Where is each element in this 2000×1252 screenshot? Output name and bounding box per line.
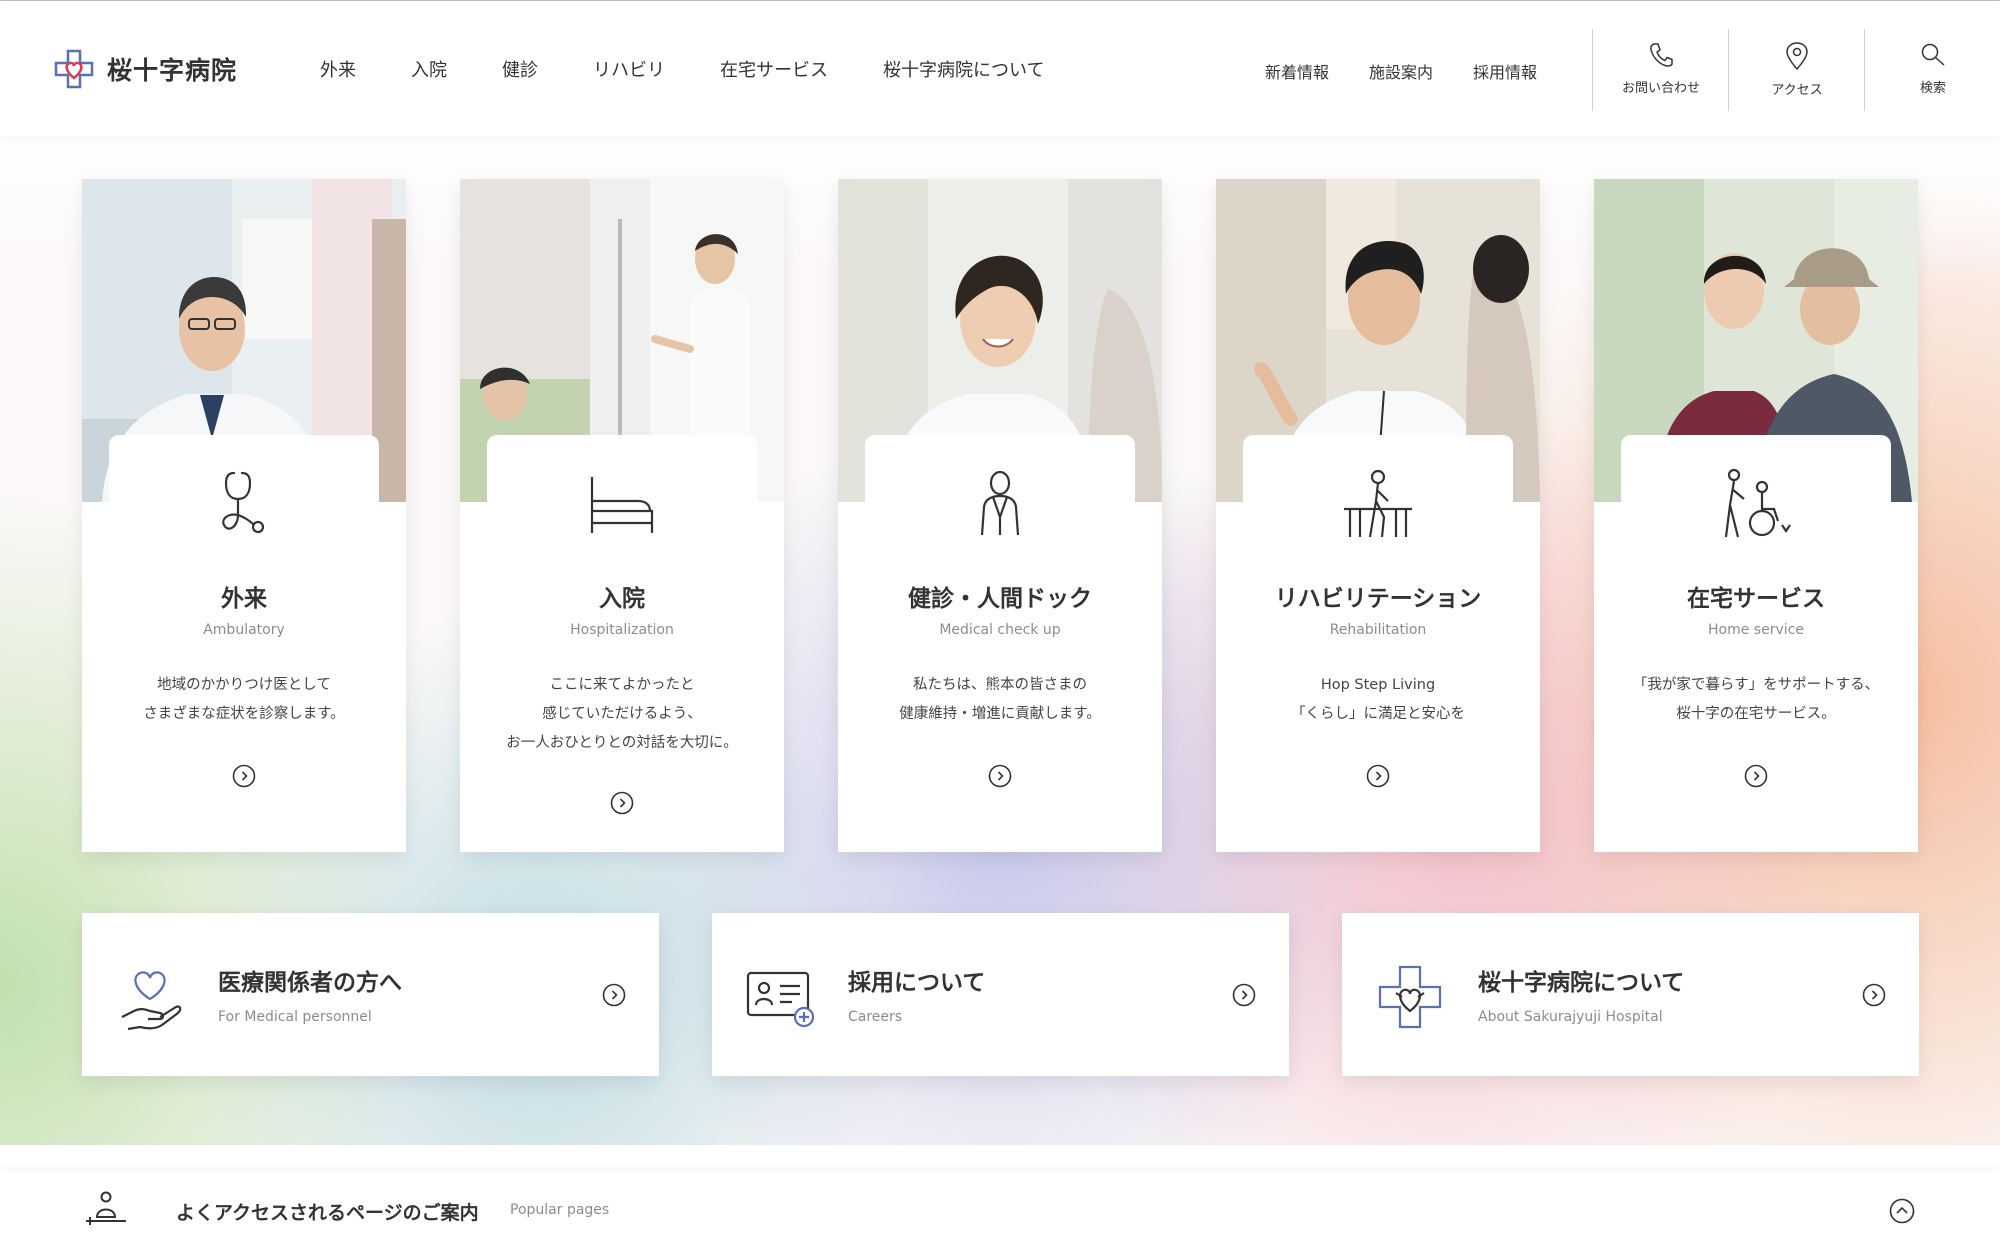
nav-outpatient[interactable]: 外来 [320,56,356,82]
rehab-icon [1344,469,1412,538]
doctor-person-icon [980,470,1020,536]
service-card-home-service[interactable]: 在宅サービス Home service 「我が家で暮らす」をサポートする、 桜十… [1594,179,1918,852]
circle-arrow-icon[interactable] [602,983,626,1007]
popular-pages-title: よくアクセスされるページのご案内 [176,1202,479,1224]
circle-arrow-icon[interactable] [1366,764,1390,788]
nav-home-service[interactable]: 在宅サービス [720,56,828,82]
link-title: 桜十字病院について [1478,970,1685,996]
heart-hand-icon [121,971,182,1031]
nav-checkup[interactable]: 健診 [502,56,538,82]
card-description: ここに来てよかったと 感じていただけるよう、 お一人おひとりとの対話を大切に。 [506,677,738,751]
card-title: 健診・人間ドック [908,586,1092,612]
logo-text: 桜十字病院 [107,56,238,85]
card-title: 入院 [599,586,645,612]
sub-nav: 新着情報 施設案内 採用情報 [1265,59,1577,83]
link-title: 採用について [848,970,986,996]
circle-arrow-icon[interactable] [610,791,634,815]
popular-pages-subtitle: Popular pages [510,1202,610,1218]
card-subtitle: Hospitalization [570,622,674,638]
card-subtitle: Ambulatory [203,622,285,638]
subnav-facilities[interactable]: 施設案内 [1369,59,1433,83]
card-subtitle: Home service [1708,622,1804,638]
site-header: 桜十字病院 外来 入院 健診 リハビリ 在宅サービス 桜十字病院について 新着情… [0,1,2000,136]
nav-rehab[interactable]: リハビリ [593,56,665,82]
circle-arrow-icon[interactable] [1862,983,1886,1007]
hospital-bed-icon [590,477,654,533]
nav-hospitalization[interactable]: 入院 [411,56,447,82]
stethoscope-icon [222,471,265,534]
access-label: アクセス [1771,83,1823,98]
card-title: 外来 [221,586,267,612]
service-card-rehabilitation[interactable]: リハビリテーション Rehabilitation Hop Step Living… [1216,179,1540,852]
link-subtitle: For Medical personnel [218,1009,372,1025]
wheelchair-care-icon [1724,468,1791,538]
link-subtitle: Careers [848,1009,903,1025]
phone-icon [1650,43,1673,67]
link-card-careers[interactable]: 採用について Careers [712,913,1289,1076]
chevron-up-icon[interactable] [1889,1198,1915,1224]
access-button[interactable]: アクセス [1728,29,1865,111]
service-card-checkup[interactable]: 健診・人間ドック Medical check up 私たちは、熊本の皆さまの 健… [838,179,1162,852]
link-card-about[interactable]: 桜十字病院について About Sakurajyuji Hospital [1342,913,1919,1076]
search-icon [1921,43,1945,66]
service-card-hospitalization[interactable]: 入院 Hospitalization ここに来てよかったと 感じていただけるよう… [460,179,784,852]
subnav-recruit[interactable]: 採用情報 [1473,59,1537,83]
contact-label: お問い合わせ [1621,81,1700,96]
map-pin-icon [1786,42,1808,71]
global-nav: 外来 入院 健診 リハビリ 在宅サービス 桜十字病院について [320,56,1099,82]
card-subtitle: Rehabilitation [1329,622,1427,638]
card-title: 在宅サービス [1687,586,1825,612]
search-button[interactable]: 検索 [1864,29,2000,111]
card-description: Hop Step Living 「くらし」に満足と安心を [1291,677,1465,722]
circle-arrow-icon[interactable] [1232,983,1256,1007]
contact-button[interactable]: お問い合わせ [1592,29,1729,111]
hospital-logo-icon [54,49,94,89]
cross-heart-icon [1378,965,1442,1029]
logo-link[interactable]: 桜十字病院 [53,47,237,91]
service-card-outpatient[interactable]: 外来 Ambulatory 地域のかかりつけ医として さまざまな症状を診察します… [82,179,406,852]
card-description: 地域のかかりつけ医として さまざまな症状を診察します。 [143,677,345,722]
person-desk-icon [86,1191,126,1225]
card-subtitle: Medical check up [939,622,1061,638]
card-title: リハビリテーション [1274,586,1482,612]
nav-about[interactable]: 桜十字病院について [883,56,1044,82]
link-title: 医療関係者の方へ [218,970,402,996]
circle-arrow-icon[interactable] [1744,764,1768,788]
card-description: 私たちは、熊本の皆さまの 健康維持・増進に貢献します。 [899,677,1101,722]
link-subtitle: About Sakurajyuji Hospital [1478,1009,1663,1025]
search-label: 検索 [1919,81,1946,96]
subnav-news[interactable]: 新着情報 [1265,59,1329,83]
id-card-icon [746,971,815,1028]
popular-pages-bar[interactable]: よくアクセスされるページのご案内 Popular pages [0,1171,2000,1252]
link-card-medical-personnel[interactable]: 医療関係者の方へ For Medical personnel [82,913,659,1076]
circle-arrow-icon[interactable] [232,764,256,788]
circle-arrow-icon[interactable] [988,764,1012,788]
card-description: 「我が家で暮らす」をサポートする、 桜十字の在宅サービス。 [1632,677,1880,722]
